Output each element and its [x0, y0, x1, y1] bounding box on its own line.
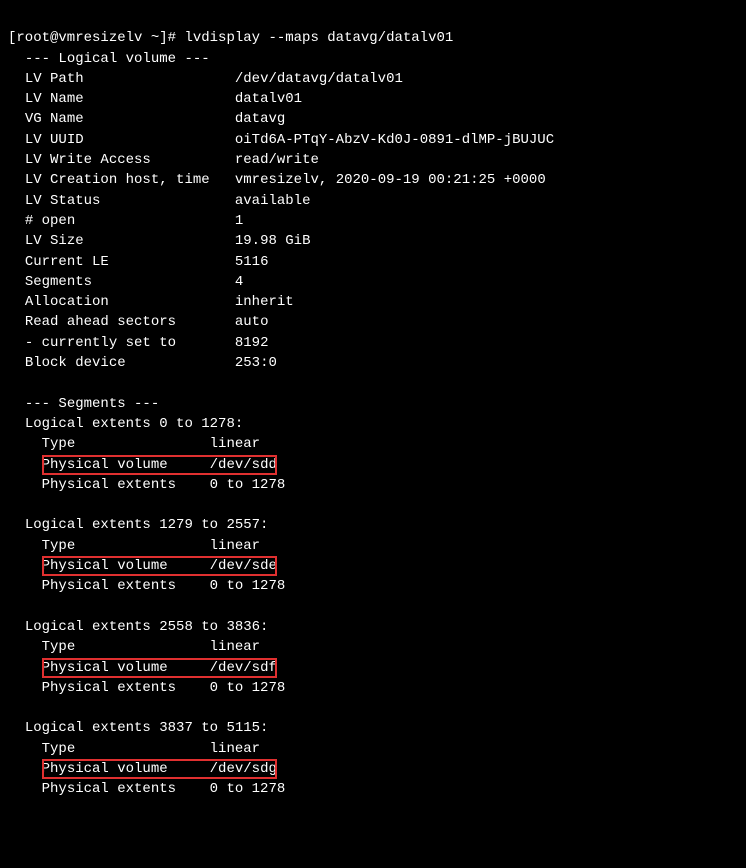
seg1-title: Logical extents 1279 to 2557:	[25, 517, 269, 533]
seg1-pv-value: /dev/sde	[210, 558, 277, 574]
lv-name-label: LV Name	[25, 91, 84, 107]
seg3-pv-label: Physical volume	[42, 761, 168, 777]
seg0-type-value: linear	[210, 436, 260, 452]
seg2-type-label: Type	[42, 639, 76, 655]
lv-status-value: available	[235, 193, 311, 209]
seg0-pv-label: Physical volume	[42, 457, 168, 473]
current-le-value: 5116	[235, 254, 269, 270]
lv-path-value: /dev/datavg/datalv01	[235, 71, 403, 87]
lv-write-value: read/write	[235, 152, 319, 168]
seg2-pv-row: Physical volume /dev/sdf	[42, 658, 277, 678]
lv-uuid-label: LV UUID	[25, 132, 84, 148]
seg1-pe-value: 0 to 1278	[210, 578, 286, 594]
seg2-pe-value: 0 to 1278	[210, 680, 286, 696]
lv-write-label: LV Write Access	[25, 152, 151, 168]
seg0-pv-row: Physical volume /dev/sdd	[42, 455, 277, 475]
lv-uuid-value: oiTd6A-PTqY-AbzV-Kd0J-0891-dlMP-jBUJUC	[235, 132, 554, 148]
vg-name-label: VG Name	[25, 111, 84, 127]
seg3-pe-value: 0 to 1278	[210, 781, 286, 797]
seg2-title: Logical extents 2558 to 3836:	[25, 619, 269, 635]
lv-ctime-value: vmresizelv, 2020-09-19 00:21:25 +0000	[235, 172, 546, 188]
seg2-pv-value: /dev/sdf	[210, 660, 277, 676]
lv-size-value: 19.98 GiB	[235, 233, 311, 249]
currently-set-label: - currently set to	[25, 335, 176, 351]
lv-header: --- Logical volume ---	[25, 51, 210, 67]
open-label: # open	[25, 213, 75, 229]
seg1-pv-label: Physical volume	[42, 558, 168, 574]
seg0-pe-label: Physical extents	[42, 477, 176, 493]
seg2-pv-label: Physical volume	[42, 660, 168, 676]
seg1-pe-label: Physical extents	[42, 578, 176, 594]
seg0-title: Logical extents 0 to 1278:	[25, 416, 243, 432]
alloc-value: inherit	[235, 294, 294, 310]
lv-status-label: LV Status	[25, 193, 101, 209]
vg-name-value: datavg	[235, 111, 285, 127]
alloc-label: Allocation	[25, 294, 109, 310]
segments-value: 4	[235, 274, 243, 290]
seg1-type-value: linear	[210, 538, 260, 554]
blockdev-label: Block device	[25, 355, 126, 371]
seg1-pv-row: Physical volume /dev/sde	[42, 556, 277, 576]
segments-label: Segments	[25, 274, 92, 290]
seg0-type-label: Type	[42, 436, 76, 452]
current-le-label: Current LE	[25, 254, 109, 270]
readahead-label: Read ahead sectors	[25, 314, 176, 330]
seg0-pv-value: /dev/sdd	[210, 457, 277, 473]
lv-size-label: LV Size	[25, 233, 84, 249]
seg1-type-label: Type	[42, 538, 76, 554]
lv-path-label: LV Path	[25, 71, 84, 87]
seg2-type-value: linear	[210, 639, 260, 655]
currently-set-value: 8192	[235, 335, 269, 351]
prompt-line: [root@vmresizelv ~]# lvdisplay --maps da…	[8, 30, 453, 46]
seg2-pe-label: Physical extents	[42, 680, 176, 696]
open-value: 1	[235, 213, 243, 229]
blockdev-value: 253:0	[235, 355, 277, 371]
seg3-type-value: linear	[210, 741, 260, 757]
seg3-pv-value: /dev/sdg	[210, 761, 277, 777]
readahead-value: auto	[235, 314, 269, 330]
seg3-pe-label: Physical extents	[42, 781, 176, 797]
seg-header: --- Segments ---	[25, 396, 159, 412]
seg0-pe-value: 0 to 1278	[210, 477, 286, 493]
lv-name-value: datalv01	[235, 91, 302, 107]
seg3-type-label: Type	[42, 741, 76, 757]
lv-ctime-label: LV Creation host, time	[25, 172, 210, 188]
seg3-title: Logical extents 3837 to 5115:	[25, 720, 269, 736]
seg3-pv-row: Physical volume /dev/sdg	[42, 759, 277, 779]
